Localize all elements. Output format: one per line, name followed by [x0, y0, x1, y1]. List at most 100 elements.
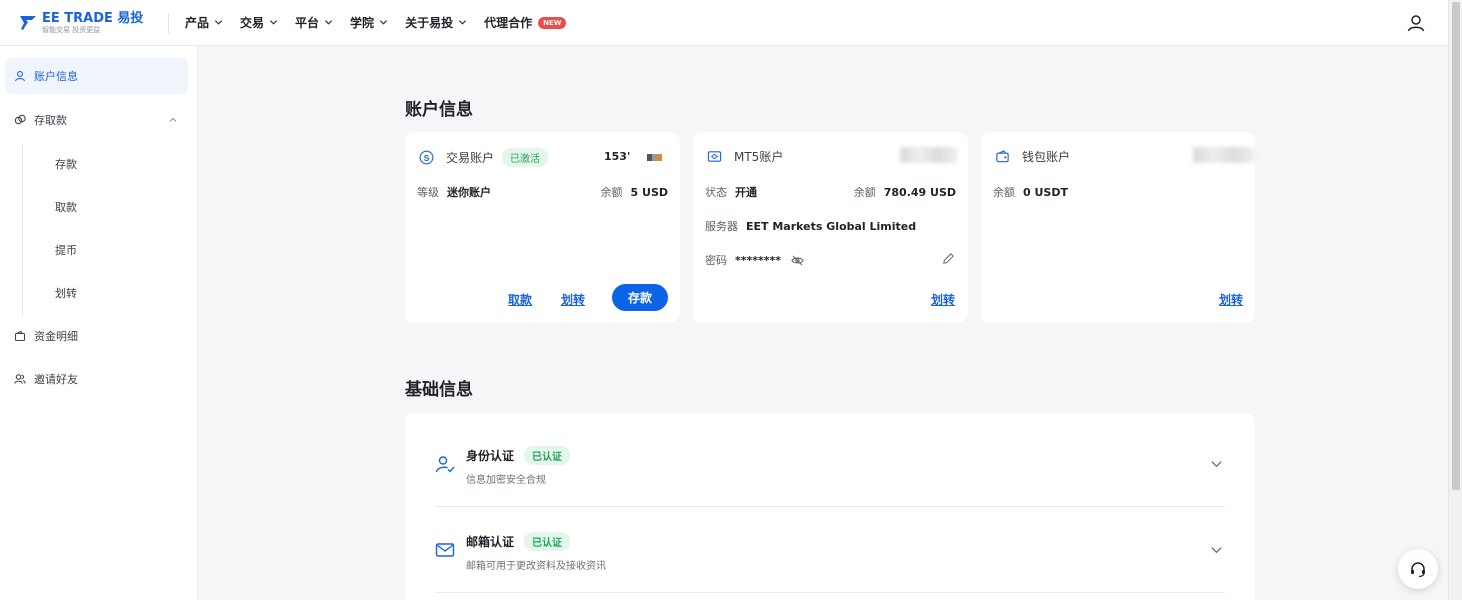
nav-label: 产品 [185, 16, 210, 30]
eye-off-icon[interactable] [791, 254, 804, 267]
deposit-icon [14, 114, 26, 125]
chevron-down-icon[interactable] [1210, 457, 1223, 470]
status-value: 开通 [735, 186, 757, 199]
card-title: 钱包账户 [1022, 150, 1071, 164]
chevron-down-icon [214, 20, 223, 25]
account-type-flag [647, 154, 662, 161]
balance-label: 余额 [600, 186, 623, 199]
main-nav: 产品 交易 平台 学院 关于易投 代理合作 NEW [177, 14, 575, 31]
password-value: ******** [735, 253, 782, 267]
email-verification-row[interactable]: 邮箱认证 已认证 邮箱可用于更改资料及接收资讯 [435, 507, 1225, 593]
mt5-card-header: MT5账户 [707, 148, 783, 165]
wallet-account-card: 钱包账户 余额 0 USDT 划转 [981, 132, 1255, 323]
sidebar-subitem-withdraw[interactable]: 取款 [55, 199, 77, 215]
chevron-down-icon [379, 20, 388, 25]
basic-info-card: 身份认证 已认证 信息加密安全合规 邮箱认证 已认证 邮箱可用于更改资料及接收资… [405, 413, 1255, 600]
scrollbar-thumb[interactable] [1452, 2, 1460, 490]
wallet-icon [996, 150, 1009, 163]
redacted-account-number [900, 147, 958, 163]
friends-icon [14, 374, 26, 384]
verify-desc: 邮箱可用于更改资料及接收资讯 [466, 561, 606, 572]
identity-verification-row[interactable]: 身份认证 已认证 信息加密安全合规 [435, 421, 1225, 507]
balance-row: 余额 780.49 USD [854, 184, 956, 200]
sidebar-item-account-info[interactable]: 账户信息 [5, 58, 188, 94]
nav-label: 关于易投 [405, 16, 454, 30]
server-value: EET Markets Global Limited [746, 219, 917, 233]
account-number: 153' [604, 150, 631, 163]
redacted-wallet-id [1193, 147, 1255, 163]
svg-text:S: S [424, 153, 430, 163]
verify-title-text: 邮箱认证 [466, 535, 515, 549]
password-label: 密码 [705, 254, 727, 267]
page-scrollbar[interactable] [1448, 0, 1462, 600]
balance-value: 780.49 USD [883, 185, 956, 199]
balance-label: 余额 [993, 186, 1015, 199]
edit-pencil-icon[interactable] [942, 252, 955, 265]
sidebar-subitem-deposit[interactable]: 存款 [55, 156, 77, 172]
nav-divider [168, 12, 169, 33]
sidebar-item-label: 存取款 [34, 114, 67, 127]
deposit-button[interactable]: 存款 [612, 284, 668, 311]
status-row: 状态 开通 [705, 184, 757, 200]
server-label: 服务器 [705, 220, 738, 233]
verified-badge: 已认证 [524, 446, 571, 465]
balance-value: 0 USDT [1023, 185, 1068, 199]
balance-value: 5 USD [630, 185, 668, 199]
logo-icon [20, 15, 36, 30]
mt5-account-card: MT5账户 状态 开通 余额 780.49 USD 服务器 EET Market… [693, 132, 968, 323]
user-icon [14, 71, 26, 82]
nav-item-trading[interactable]: 交易 [240, 14, 278, 31]
nav-item-academy[interactable]: 学院 [350, 14, 388, 31]
sidebar-subitem-transfer[interactable]: 划转 [55, 285, 77, 301]
balance-row: 余额 0 USDT [993, 184, 1068, 200]
nav-label: 平台 [295, 16, 320, 30]
transfer-link[interactable]: 划转 [561, 291, 585, 308]
sidebar-item-deposit-withdraw[interactable]: 存取款 [5, 102, 188, 138]
wallet-card-header: 钱包账户 [995, 148, 1070, 165]
verify-desc: 信息加密安全合规 [466, 475, 546, 486]
brand-name: EE TRADE 易投 [42, 10, 144, 26]
verify-title: 身份认证 已认证 [466, 446, 571, 465]
transfer-link[interactable]: 划转 [1219, 291, 1243, 308]
brand-slogan: 智能交易 投资更益 [42, 25, 101, 34]
submenu-guide-line [22, 144, 23, 316]
verify-title: 邮箱认证 已认证 [466, 532, 571, 551]
nav-item-platform[interactable]: 平台 [295, 14, 333, 31]
sidebar-subitem-crypto-withdraw[interactable]: 提币 [55, 242, 77, 258]
sidebar-item-invite-friends[interactable]: 邀请好友 [5, 361, 188, 397]
brand-logo[interactable]: EE TRADE 易投 智能交易 投资更益 [18, 12, 168, 34]
nav-item-about[interactable]: 关于易投 [405, 14, 467, 31]
top-navigation-bar: EE TRADE 易投 智能交易 投资更益 产品 交易 平台 学院 关于易投 代… [0, 0, 1448, 46]
sidebar-item-fund-details[interactable]: 资金明细 [5, 318, 188, 354]
chevron-down-icon [269, 20, 278, 25]
nav-item-partnership[interactable]: 代理合作 NEW [484, 14, 567, 31]
balance-label: 余额 [853, 186, 876, 199]
card-title: MT5账户 [734, 150, 784, 164]
basic-section-title: 基础信息 [405, 380, 473, 400]
withdraw-link[interactable]: 取款 [508, 291, 532, 308]
nav-label: 代理合作 [484, 16, 533, 30]
mt5-terminal-icon [707, 151, 722, 162]
dollar-coin-icon: S [419, 150, 434, 165]
verify-title-text: 身份认证 [466, 449, 515, 463]
balance-row: 余额 5 USD [601, 184, 668, 200]
transfer-link[interactable]: 划转 [931, 291, 955, 308]
chevron-up-icon [169, 117, 177, 122]
card-title: 交易账户 [446, 151, 495, 165]
status-label: 状态 [705, 186, 727, 199]
level-value: 迷你账户 [447, 186, 491, 199]
activated-badge: 已激活 [502, 148, 549, 167]
password-row: 密码 ******** [705, 252, 804, 268]
customer-support-button[interactable] [1398, 549, 1438, 589]
nav-label: 交易 [240, 16, 265, 30]
nav-item-products[interactable]: 产品 [185, 14, 223, 31]
new-badge: NEW [538, 16, 567, 29]
user-avatar-icon[interactable] [1406, 13, 1426, 33]
sidebar: 账户信息 存取款 存款 取款 提币 划转 资金明细 邀请好友 [0, 46, 198, 600]
trading-account-card: S 交易账户 已激活 153' 等级 迷你账户 余额 5 USD 取款 划转 存… [405, 132, 680, 323]
verified-badge: 已认证 [524, 532, 571, 551]
headset-icon [1411, 562, 1425, 578]
chevron-down-icon[interactable] [1210, 543, 1223, 556]
level-label: 等级 [417, 186, 439, 199]
trading-card-header: S 交易账户 已激活 [419, 148, 549, 167]
